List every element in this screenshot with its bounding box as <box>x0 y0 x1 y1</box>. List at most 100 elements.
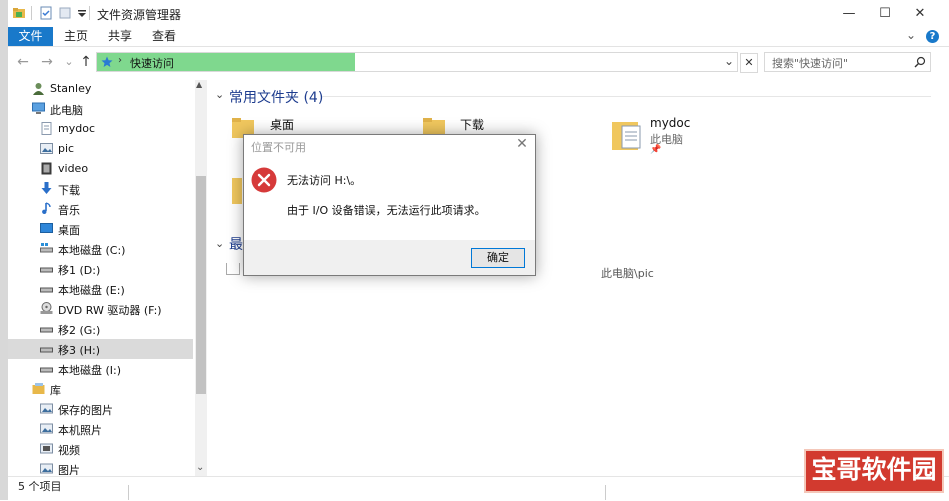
dialog-title: 位置不可用 <box>251 141 306 154</box>
picture-library-icon <box>40 463 53 474</box>
drive-icon <box>40 327 53 333</box>
back-button[interactable]: ← <box>14 52 32 72</box>
drive-icon <box>40 347 53 353</box>
user-icon <box>33 83 44 95</box>
recent-file-icon[interactable] <box>226 263 240 275</box>
sidebar-item-pic[interactable]: pic <box>8 139 193 159</box>
pin-icon: 📌 <box>650 145 662 155</box>
customize-toolbar-icon[interactable] <box>75 6 89 20</box>
folder-name[interactable]: 桌面 <box>270 116 294 133</box>
sidebar-item-label: 桌面 <box>58 224 80 237</box>
frequent-folders-header[interactable]: 常用文件夹 (4) <box>229 87 323 107</box>
help-button[interactable]: ? <box>926 30 939 43</box>
computer-icon <box>32 102 45 114</box>
drive-icon <box>40 267 53 273</box>
item-count: 5 个项目 <box>18 480 62 493</box>
sidebar-item-label: 音乐 <box>58 204 80 217</box>
group-header-line <box>322 96 931 97</box>
status-divider <box>605 485 606 500</box>
library-icon <box>32 383 45 394</box>
sidebar-item-label: 本地磁盘 (C:) <box>58 244 126 257</box>
folder-name[interactable]: 下载 <box>460 116 484 133</box>
scroll-down-icon[interactable]: ⌄ <box>196 462 204 473</box>
sidebar-item-videos[interactable]: 视频 <box>8 439 193 459</box>
search-icon[interactable] <box>914 56 926 68</box>
address-dropdown-button[interactable]: ⌄ <box>724 54 734 68</box>
tab-view[interactable]: 查看 <box>146 27 182 46</box>
sidebar-item-pictures[interactable]: 图片 <box>8 459 193 475</box>
tab-home[interactable]: 主页 <box>58 27 94 46</box>
status-divider <box>128 485 129 500</box>
quick-access-star-icon <box>101 56 113 67</box>
new-folder-icon[interactable] <box>58 6 72 20</box>
scroll-up-icon[interactable]: ▲ <box>196 80 202 89</box>
sidebar-item-stanley[interactable]: Stanley <box>8 79 193 99</box>
folder-app-icon <box>13 8 25 18</box>
music-icon <box>42 202 51 214</box>
picture-folder-icon <box>40 143 53 154</box>
picture-library-icon <box>40 423 53 434</box>
sidebar-item-label: 库 <box>50 384 61 397</box>
error-icon <box>251 167 277 193</box>
search-input[interactable]: 搜索"快速访问" <box>772 55 848 71</box>
download-icon <box>41 182 52 194</box>
sidebar-item-this-pc[interactable]: 此电脑 <box>8 99 193 119</box>
group-collapse-icon[interactable]: ⌄ <box>215 237 224 250</box>
recent-file-path[interactable]: 此电脑\pic <box>601 265 654 281</box>
address-path[interactable]: 快速访问 <box>130 55 174 71</box>
recent-locations-button[interactable]: ⌄ <box>60 52 78 72</box>
tab-share[interactable]: 共享 <box>102 27 138 46</box>
doc-folder-icon[interactable] <box>612 118 642 152</box>
system-drive-icon <box>40 243 53 253</box>
forward-button[interactable]: → <box>38 52 56 72</box>
ribbon-divider <box>8 46 949 47</box>
sidebar-item-label: 此电脑 <box>50 104 83 117</box>
sidebar-item-label: 视频 <box>58 444 80 457</box>
sidebar-item-mydoc[interactable]: mydoc <box>8 119 193 139</box>
watermark-logo: 宝哥软件园 <box>804 449 944 493</box>
scrollbar-thumb[interactable] <box>196 176 206 394</box>
sidebar-item-video[interactable]: video <box>8 159 193 179</box>
sidebar-item-label: pic <box>58 142 75 155</box>
dvd-drive-icon <box>40 302 53 314</box>
sidebar-item-libraries[interactable]: 库 <box>8 379 193 399</box>
close-window-button[interactable]: ✕ <box>897 0 943 27</box>
address-clear-button[interactable]: ✕ <box>740 53 758 73</box>
sidebar-item-label: 移3 (H:) <box>58 344 101 357</box>
drive-icon <box>40 367 53 373</box>
recent-files-header[interactable]: 最 <box>229 234 243 254</box>
sidebar-item-label: 本地磁盘 (E:) <box>58 284 125 297</box>
sidebar-item-drive-h[interactable]: 移3 (H:) <box>8 339 193 359</box>
sidebar-item-music[interactable]: 音乐 <box>8 199 193 219</box>
sidebar-item-saved-pictures[interactable]: 保存的图片 <box>8 399 193 419</box>
ok-button[interactable]: 确定 <box>471 248 525 268</box>
group-collapse-icon[interactable]: ⌄ <box>215 88 224 101</box>
sidebar-item-label: 图片 <box>58 464 80 475</box>
sidebar-item-desktop[interactable]: 桌面 <box>8 219 193 239</box>
up-button[interactable]: ↑ <box>77 52 95 72</box>
sidebar-item-drive-f[interactable]: DVD RW 驱动器 (F:) <box>8 299 193 319</box>
folder-name[interactable]: mydoc <box>650 116 690 130</box>
sidebar-item-drive-i[interactable]: 本地磁盘 (I:) <box>8 359 193 379</box>
drive-icon <box>40 287 53 293</box>
sidebar-item-drive-e[interactable]: 本地磁盘 (E:) <box>8 279 193 299</box>
sidebar-item-camera-roll[interactable]: 本机照片 <box>8 419 193 439</box>
video-folder-icon <box>41 162 52 175</box>
breadcrumb-chevron-icon: › <box>118 55 122 66</box>
sidebar-item-label: 本地磁盘 (I:) <box>58 364 122 377</box>
window-title: 文件资源管理器 <box>97 8 182 22</box>
folder-icon[interactable] <box>232 176 242 206</box>
properties-icon[interactable] <box>39 6 53 20</box>
tab-file[interactable]: 文件 <box>8 27 53 46</box>
doc-folder-icon <box>41 122 52 135</box>
video-library-icon <box>40 443 53 454</box>
dialog-close-button[interactable]: ✕ <box>514 136 530 152</box>
sidebar-item-downloads[interactable]: 下载 <box>8 179 193 199</box>
sidebar-item-drive-g[interactable]: 移2 (G:) <box>8 319 193 339</box>
picture-library-icon <box>40 403 53 414</box>
qat-divider <box>89 6 90 20</box>
ribbon-collapse-button[interactable]: ⌄ <box>906 28 916 42</box>
sidebar-item-drive-d[interactable]: 移1 (D:) <box>8 259 193 279</box>
sidebar-item-drive-c[interactable]: 本地磁盘 (C:) <box>8 239 193 259</box>
qat-divider <box>31 6 32 20</box>
